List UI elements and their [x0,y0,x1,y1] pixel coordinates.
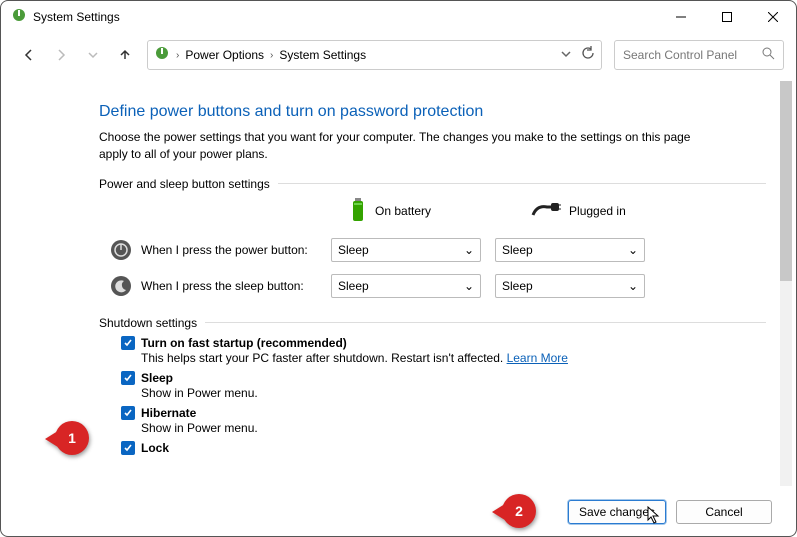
chevron-down-icon: ⌄ [464,243,474,257]
chevron-right-icon: › [176,50,179,61]
nav-back-button[interactable] [19,45,39,65]
address-bar[interactable]: › Power Options › System Settings [147,40,602,70]
search-input[interactable]: Search Control Panel [614,40,784,70]
battery-icon [349,197,367,226]
checkbox-description: Show in Power menu. [141,386,766,400]
annotation-badge-1: 1 [55,421,89,455]
chevron-right-icon: › [270,50,273,61]
nav-forward-button[interactable] [51,45,71,65]
nav-recent-button[interactable] [83,45,103,65]
checkbox-label: Sleep [141,371,173,385]
chevron-down-icon: ⌄ [628,243,638,257]
power-button-icon [109,238,133,262]
select-value: Sleep [338,243,369,257]
annotation-badge-2: 2 [502,494,536,528]
option-fast-startup: Turn on fast startup (recommended) This … [121,336,766,365]
content-area: Define power buttons and turn on passwor… [99,83,766,476]
option-lock: Lock [121,441,766,455]
maximize-button[interactable] [704,1,750,33]
column-label: On battery [375,204,431,218]
titlebar: System Settings [1,1,796,33]
section-power-sleep: Power and sleep button settings [99,177,766,191]
checkbox-label: Turn on fast startup (recommended) [141,336,347,350]
minimize-button[interactable] [658,1,704,33]
section-label-text: Power and sleep button settings [99,177,270,191]
section-shutdown: Shutdown settings [99,316,766,330]
learn-more-link[interactable]: Learn More [507,351,568,365]
page-description: Choose the power settings that you want … [99,129,699,163]
chevron-down-icon[interactable] [561,46,571,64]
select-power-plugged[interactable]: Sleep ⌄ [495,238,645,262]
chevron-down-icon: ⌄ [464,279,474,293]
section-label-text: Shutdown settings [99,316,197,330]
search-icon [762,47,775,63]
window-title: System Settings [33,10,120,24]
vertical-scrollbar[interactable] [780,81,792,486]
save-changes-button[interactable]: Save changes [568,500,666,524]
power-options-icon [154,45,170,66]
select-sleep-plugged[interactable]: Sleep ⌄ [495,274,645,298]
checkbox-label: Hibernate [141,406,196,420]
select-value: Sleep [502,279,533,293]
column-plugged-in: Plugged in [531,197,626,226]
column-label: Plugged in [569,204,626,218]
checkbox-description: This helps start your PC faster after sh… [141,351,503,365]
select-value: Sleep [502,243,533,257]
select-sleep-battery[interactable]: Sleep ⌄ [331,274,481,298]
checkbox-description: Show in Power menu. [141,421,766,435]
app-icon [11,7,27,28]
refresh-button[interactable] [581,46,595,65]
option-sleep: Sleep Show in Power menu. [121,371,766,400]
checkbox-sleep[interactable] [121,371,135,385]
breadcrumb-power-options[interactable]: Power Options [185,48,264,62]
row-power-button: When I press the power button: Sleep ⌄ Sl… [99,238,766,262]
cancel-button[interactable]: Cancel [676,500,772,524]
select-power-battery[interactable]: Sleep ⌄ [331,238,481,262]
sleep-button-icon [109,274,133,298]
search-placeholder: Search Control Panel [623,48,737,62]
page-heading: Define power buttons and turn on passwor… [99,103,766,121]
row-sleep-button: When I press the sleep button: Sleep ⌄ Sl… [99,274,766,298]
close-button[interactable] [750,1,796,33]
breadcrumb-system-settings[interactable]: System Settings [279,48,366,62]
select-value: Sleep [338,279,369,293]
nav-up-button[interactable] [115,45,135,65]
checkbox-hibernate[interactable] [121,406,135,420]
checkbox-fast-startup[interactable] [121,336,135,350]
scrollbar-thumb[interactable] [780,81,792,281]
option-hibernate: Hibernate Show in Power menu. [121,406,766,435]
setting-label: When I press the power button: [141,243,331,257]
chevron-down-icon: ⌄ [628,279,638,293]
column-on-battery: On battery [349,197,431,226]
nav-row: › Power Options › System Settings Search… [1,33,796,77]
plug-icon [531,201,561,222]
checkbox-lock[interactable] [121,441,135,455]
checkbox-label: Lock [141,441,169,455]
setting-label: When I press the sleep button: [141,279,331,293]
